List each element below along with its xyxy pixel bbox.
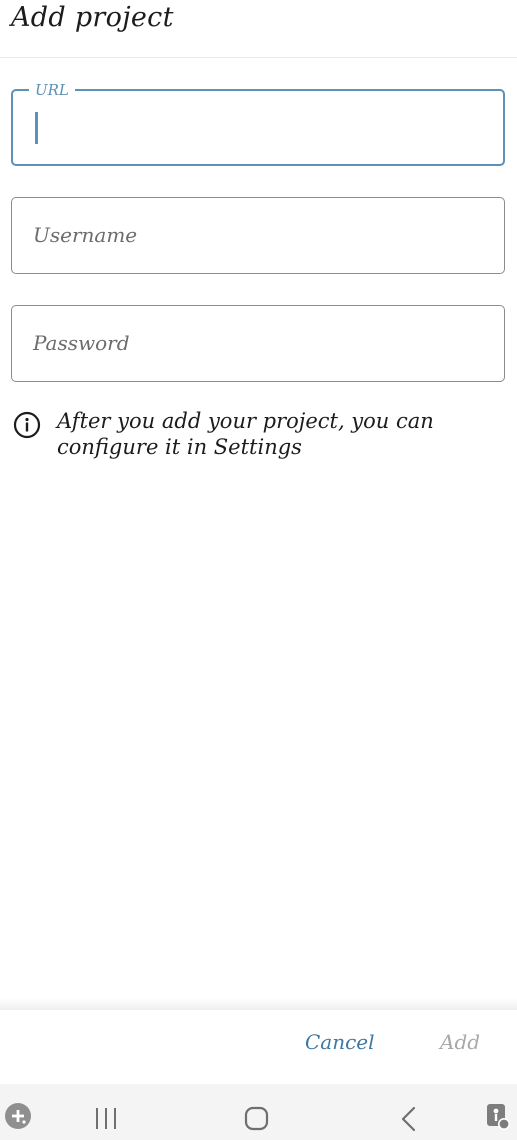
app-bar: Add project xyxy=(0,0,517,58)
page-title: Add project xyxy=(11,2,174,33)
password-field[interactable]: Password xyxy=(11,305,505,382)
game-launcher-icon[interactable] xyxy=(4,1102,32,1130)
dialog-actions: Cancel Add xyxy=(0,1010,517,1084)
url-label: URL xyxy=(29,82,75,98)
username-field[interactable]: Username xyxy=(11,197,505,274)
system-nav-bar xyxy=(0,1084,517,1140)
accessibility-icon[interactable] xyxy=(484,1102,512,1132)
add-button[interactable]: Add xyxy=(440,1030,480,1054)
info-circle-icon xyxy=(13,411,41,439)
password-placeholder: Password xyxy=(33,331,130,355)
home-icon[interactable] xyxy=(243,1105,271,1133)
text-cursor xyxy=(35,112,38,144)
cancel-button[interactable]: Cancel xyxy=(305,1030,375,1054)
info-text: After you add your project, you can conf… xyxy=(57,409,434,459)
url-field[interactable]: URL xyxy=(11,82,505,166)
back-icon[interactable] xyxy=(396,1105,422,1133)
url-input[interactable] xyxy=(33,111,483,147)
recent-apps-icon[interactable] xyxy=(93,1106,119,1132)
username-placeholder: Username xyxy=(33,223,138,247)
